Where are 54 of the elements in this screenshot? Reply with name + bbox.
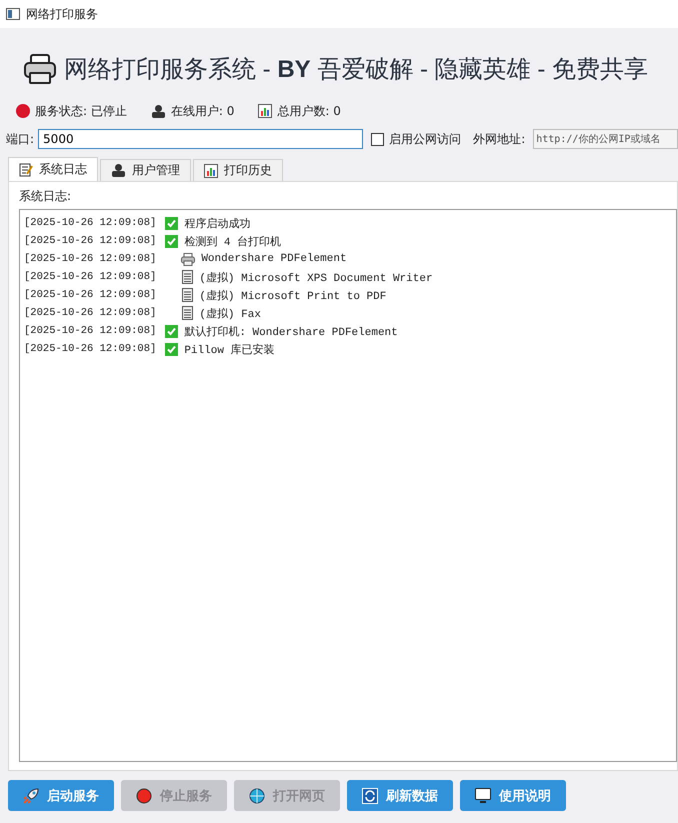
log-message: 默认打印机: Wondershare PDFelement bbox=[184, 325, 398, 338]
document-icon bbox=[182, 270, 194, 284]
users-icon bbox=[111, 164, 126, 177]
checkbox[interactable] bbox=[371, 132, 384, 146]
chart-icon bbox=[258, 104, 272, 118]
log-time: [2025-10-26 12:09:08] bbox=[24, 325, 156, 337]
port-field[interactable]: 5000 bbox=[38, 129, 364, 149]
log-message: Pillow 库已安装 bbox=[184, 342, 275, 356]
log-message: Wondershare PDFelement bbox=[201, 253, 347, 265]
status-text: 总用户数: 0 bbox=[277, 102, 341, 120]
tab[interactable]: 用户管理 bbox=[100, 159, 191, 181]
checkmark-icon bbox=[165, 234, 178, 248]
refresh-icon bbox=[362, 788, 378, 804]
log-time: [2025-10-26 12:09:08] bbox=[24, 217, 156, 229]
action-button[interactable]: 刷新数据 bbox=[347, 780, 453, 811]
rocket-icon bbox=[23, 788, 39, 804]
log-message: (虚拟) Microsoft Print to PDF bbox=[199, 288, 386, 302]
checkmark-icon bbox=[165, 342, 178, 356]
checkmark-icon bbox=[165, 324, 178, 338]
log-message: 程序启动成功 bbox=[184, 216, 250, 230]
checkmark-icon bbox=[165, 216, 178, 230]
checkbox-label: 启用公网访问 bbox=[389, 130, 462, 148]
log-time: [2025-10-26 12:09:08] bbox=[24, 307, 156, 319]
address-field[interactable]: http://你的公网IP或域名 bbox=[533, 129, 678, 149]
port-label: 端口: bbox=[6, 130, 34, 148]
stop-icon bbox=[136, 788, 152, 804]
document-icon bbox=[182, 288, 194, 302]
chart-icon bbox=[204, 164, 218, 178]
app-title: 网络打印服务系统 - BY 吾爱破解 - 隐藏英雄 - 免费共享 bbox=[64, 55, 648, 85]
log-time: [2025-10-26 12:09:08] bbox=[24, 289, 156, 301]
app-icon bbox=[6, 8, 20, 20]
log-message: (虚拟) Microsoft XPS Document Writer bbox=[199, 270, 433, 284]
printer-icon bbox=[181, 252, 196, 266]
log-message: 检测到 4 台打印机 bbox=[184, 235, 282, 248]
status-text: 在线用户: 0 bbox=[170, 102, 234, 120]
address-label: 外网地址: bbox=[473, 130, 526, 148]
document-icon bbox=[182, 306, 194, 320]
printer-icon bbox=[24, 54, 56, 84]
tab[interactable]: 系统日志 bbox=[8, 157, 98, 181]
action-button[interactable]: 启动服务 bbox=[8, 780, 114, 811]
log-time: [2025-10-26 12:09:08] bbox=[24, 253, 156, 265]
window-title: 网络打印服务 bbox=[26, 6, 98, 22]
notepad-icon bbox=[19, 162, 33, 176]
action-button[interactable]: 使用说明 bbox=[460, 780, 566, 811]
log-label: 系统日志: bbox=[19, 188, 72, 205]
log-time: [2025-10-26 12:09:08] bbox=[24, 235, 156, 247]
status-text: 服务状态: 已停止 bbox=[35, 102, 127, 120]
log-time: [2025-10-26 12:09:08] bbox=[24, 343, 156, 355]
tab[interactable]: 打印历史 bbox=[193, 159, 283, 181]
log-message: (虚拟) Fax bbox=[199, 306, 261, 320]
users-icon bbox=[150, 104, 166, 118]
log-time: [2025-10-26 12:09:08] bbox=[24, 271, 156, 283]
monitor-icon bbox=[475, 788, 491, 803]
globe-icon bbox=[249, 788, 265, 804]
